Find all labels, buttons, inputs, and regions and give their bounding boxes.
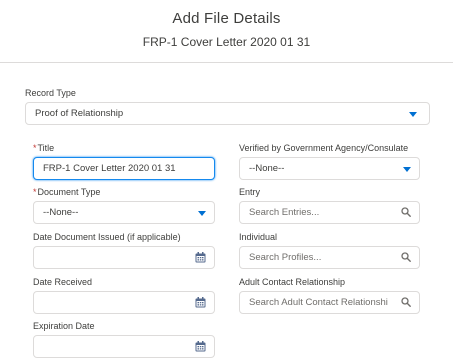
modal-subtitle: FRP-1 Cover Letter 2020 01 31 <box>142 35 311 49</box>
expiration-date-input[interactable] <box>33 335 215 358</box>
calendar-icon[interactable] <box>195 341 206 352</box>
verified-value: --None-- <box>249 163 285 174</box>
entry-search-input[interactable]: Search Entries... <box>239 201 420 224</box>
adult-contact-placeholder: Search Adult Contact Relationshi <box>249 297 388 308</box>
chevron-down-icon <box>403 167 411 172</box>
expiration-date-label: Expiration Date <box>33 321 95 331</box>
document-type-value: --None-- <box>43 207 79 218</box>
title-input[interactable]: FRP-1 Cover Letter 2020 01 31 <box>33 157 215 180</box>
entry-placeholder: Search Entries... <box>249 207 320 218</box>
title-label: *Title <box>33 143 54 153</box>
chevron-down-icon <box>409 112 417 117</box>
required-marker: * <box>33 143 37 153</box>
chevron-down-icon <box>198 211 206 216</box>
date-issued-input[interactable] <box>33 246 215 269</box>
entry-label: Entry <box>239 187 261 197</box>
individual-placeholder: Search Profiles... <box>249 252 322 263</box>
document-type-label-text: Document Type <box>37 187 101 197</box>
adult-contact-label: Adult Contact Relationship <box>239 277 346 287</box>
modal-title: Add File Details <box>172 10 281 27</box>
record-type-value: Proof of Relationship <box>35 108 124 119</box>
individual-search-input[interactable]: Search Profiles... <box>239 246 420 269</box>
calendar-icon[interactable] <box>195 252 206 263</box>
date-issued-label: Date Document Issued (if applicable) <box>33 232 181 242</box>
title-input-value: FRP-1 Cover Letter 2020 01 31 <box>43 163 176 174</box>
required-marker: * <box>33 187 37 197</box>
search-icon <box>401 297 411 307</box>
record-type-label: Record Type <box>25 88 76 98</box>
date-received-input[interactable] <box>33 291 215 314</box>
individual-label: Individual <box>239 232 278 242</box>
title-label-text: Title <box>37 143 55 153</box>
adult-contact-search-input[interactable]: Search Adult Contact Relationshi <box>239 291 420 314</box>
modal-header: Add File Details FRP-1 Cover Letter 2020… <box>0 0 453 63</box>
document-type-select[interactable]: --None-- <box>33 201 215 224</box>
search-icon <box>401 207 411 217</box>
document-type-label: *Document Type <box>33 187 100 197</box>
verified-label: Verified by Government Agency/Consulate <box>239 143 409 153</box>
date-received-label: Date Received <box>33 277 93 287</box>
record-type-select[interactable]: Proof of Relationship <box>25 102 430 125</box>
calendar-icon[interactable] <box>195 297 206 308</box>
search-icon <box>401 252 411 262</box>
verified-select[interactable]: --None-- <box>239 157 420 180</box>
